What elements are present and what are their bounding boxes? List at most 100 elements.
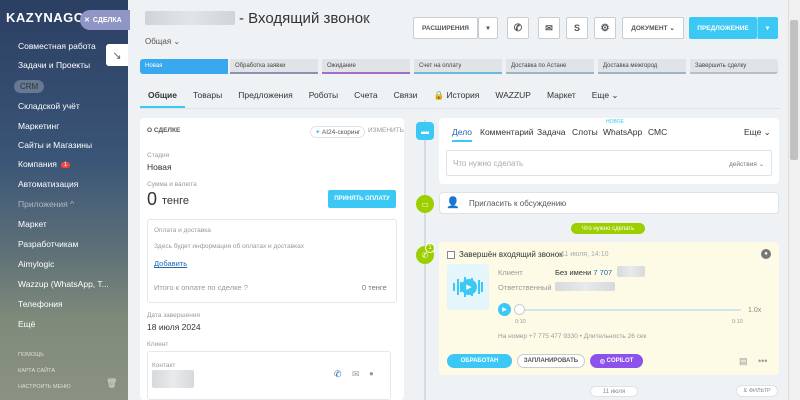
edit-section-link[interactable]: ИЗМЕНИТЬ: [368, 127, 404, 134]
audio-progress-handle[interactable]: [514, 304, 525, 315]
sidebar-item-crm[interactable]: CRM: [14, 80, 45, 93]
sidebar-item-company[interactable]: Компания 1: [18, 159, 71, 169]
phone-icon[interactable]: ✆: [334, 369, 342, 380]
mail-icon[interactable]: ✉: [538, 17, 560, 39]
offer-button[interactable]: ПРЕДЛОЖЕНИЕ: [689, 17, 757, 39]
extensions-dropdown-arrow[interactable]: ▾: [478, 17, 498, 39]
sidebar-sitemap-link[interactable]: КАРТА САЙТА: [18, 368, 55, 374]
sidebar-item-collab[interactable]: Совместная работа: [18, 41, 96, 51]
sidebar-item-wazzup[interactable]: Wazzup (WhatsApp, T...: [18, 279, 109, 289]
audio-thumbnail[interactable]: ▶: [447, 264, 489, 310]
total-label-text: Итого к оплате по сделке: [154, 283, 242, 292]
close-date-value[interactable]: 18 июля 2024: [147, 322, 201, 332]
actions-dropdown[interactable]: действия ⌄: [729, 160, 764, 168]
sidebar-item-label: Разработчикам: [18, 239, 79, 249]
sidebar-item-label: Маркетинг: [18, 121, 60, 131]
tab-products[interactable]: Товары: [185, 84, 230, 108]
offer-dropdown-arrow[interactable]: ▾: [757, 17, 778, 39]
stage-processing[interactable]: Обработка заявки: [230, 59, 318, 74]
call-title[interactable]: Завершён входящий звонок: [459, 250, 563, 259]
play-button[interactable]: ▶: [498, 303, 511, 316]
sidebar-item-developers[interactable]: Разработчикам: [18, 239, 78, 249]
client-phone-redacted: [617, 266, 645, 277]
client-label: Клиент: [498, 268, 523, 277]
sidebar-item-telephony[interactable]: Телефония: [18, 299, 63, 309]
tab-links[interactable]: Связи: [386, 84, 426, 108]
scrollbar-thumb[interactable]: [790, 20, 798, 160]
sidebar-item-marketing[interactable]: Маркетинг: [18, 121, 59, 131]
page-title[interactable]: - Входящий звонок: [239, 10, 370, 27]
extensions-button[interactable]: РАСШИРЕНИЯ: [413, 17, 478, 39]
messenger-icon[interactable]: ●: [369, 369, 374, 378]
deal-category-selector[interactable]: Общая ⌄: [145, 37, 180, 46]
tab-history[interactable]: 🔒 История: [425, 84, 487, 108]
tab-invoices[interactable]: Счета: [346, 84, 385, 108]
sidebar-item-market[interactable]: Маркет: [18, 219, 47, 229]
sidebar-help-link[interactable]: ПОМОЩЬ: [18, 352, 44, 358]
sidebar-item-sites[interactable]: Сайты и Магазины: [18, 140, 92, 150]
deal-slider-tab[interactable]: ✕ СДЕЛКА: [80, 10, 130, 30]
tab-offers[interactable]: Предложения: [230, 84, 300, 108]
phone-icon[interactable]: ✆: [507, 17, 529, 39]
category-label: Общая: [145, 37, 172, 46]
schedule-button[interactable]: ЗАПЛАНИРОВАТЬ: [517, 354, 585, 368]
filter-button[interactable]: ⊻ ФИЛЬТР: [736, 385, 778, 397]
client-field-label: Клиент: [147, 341, 169, 348]
portal-logo[interactable]: KAZYNAGO: [6, 10, 86, 25]
gear-icon[interactable]: ⚙: [594, 17, 616, 39]
stage-delivery-astana[interactable]: Доставка по Астане: [506, 59, 594, 74]
accept-payment-button[interactable]: ПРИНЯТЬ ОПЛАТУ: [328, 190, 396, 208]
tab-slots[interactable]: Слоты: [572, 127, 598, 137]
tab-task[interactable]: Задача: [537, 127, 566, 137]
stage-close-deal[interactable]: Завершить сделку: [690, 59, 778, 74]
mail-icon[interactable]: ✉: [352, 369, 360, 380]
sum-value[interactable]: 0: [147, 189, 157, 210]
add-payment-link[interactable]: Добавить: [154, 259, 187, 268]
stage-field-value[interactable]: Новая: [147, 162, 172, 172]
sidebar-configure-menu-link[interactable]: НАСТРОИТЬ МЕНЮ: [18, 384, 71, 390]
tab-comment[interactable]: Комментарий: [480, 127, 534, 137]
sidebar-group-apps[interactable]: Приложения ^: [18, 199, 74, 209]
payment-empty-text: Здесь будет информация об оплатах и дост…: [154, 243, 304, 250]
tab-robots[interactable]: Роботы: [301, 84, 346, 108]
document-button[interactable]: ДОКУМЕНТ ⌄: [622, 17, 684, 39]
complete-checkbox[interactable]: [447, 251, 455, 259]
sidebar-item-tasks[interactable]: Задачи и Проекты: [18, 60, 90, 70]
tab-general[interactable]: Общие: [140, 84, 185, 108]
sidebar-item-automation[interactable]: Автоматизация: [18, 179, 78, 189]
sidebar-item-aimylogic[interactable]: Aimylogic: [18, 259, 54, 269]
help-icon[interactable]: ?: [244, 283, 248, 292]
stage-new[interactable]: Новая: [140, 59, 228, 74]
close-icon[interactable]: ✕: [84, 16, 90, 24]
tab-whatsapp[interactable]: WhatsApp: [603, 127, 642, 137]
note-icon[interactable]: ▤: [739, 356, 748, 367]
tab-wazzup[interactable]: WAZZUP: [487, 84, 539, 108]
edit-title-icon[interactable]: ✎: [362, 14, 370, 25]
sidebar-item-more[interactable]: Ещё: [18, 319, 35, 329]
skype-icon[interactable]: S: [566, 17, 588, 39]
playback-speed[interactable]: 1.0x: [748, 307, 761, 314]
responsible-avatar[interactable]: ●: [761, 249, 771, 259]
ai-scoring-button[interactable]: ✦ AI24-скоринг: [310, 126, 366, 138]
tab-history-label: История: [446, 90, 480, 100]
tab-sms[interactable]: СМС: [648, 127, 667, 137]
processed-button[interactable]: ОБРАБОТАН: [447, 354, 512, 368]
tab-activity[interactable]: Дело: [452, 127, 472, 142]
copilot-button[interactable]: ◎ COPILOT: [590, 354, 643, 368]
sidebar-item-warehouse[interactable]: Складской учёт: [18, 101, 80, 111]
tab-more[interactable]: Еще ⌄: [744, 127, 771, 138]
stage-delivery-intercity[interactable]: Доставка межгород: [598, 59, 686, 74]
client-name[interactable]: Без имени 7 707: [555, 268, 612, 277]
tab-market[interactable]: Маркет: [539, 84, 584, 108]
sidebar-item-label: Задачи и Проекты: [18, 60, 91, 70]
currency-value[interactable]: тенге: [162, 195, 189, 207]
tab-more[interactable]: Еще ⌄: [584, 84, 627, 108]
more-options-icon[interactable]: •••: [758, 356, 767, 366]
call-time: 11 июля, 14:10: [561, 251, 609, 258]
stage-invoice[interactable]: Счет на оплату: [414, 59, 502, 74]
stage-waiting[interactable]: Ожидание: [322, 59, 410, 74]
collapse-arrow-icon[interactable]: ↘: [106, 44, 128, 66]
audio-progress-bar[interactable]: [517, 309, 741, 311]
trash-icon[interactable]: 🗑: [106, 378, 117, 389]
client-phone[interactable]: 7 707: [593, 268, 612, 277]
